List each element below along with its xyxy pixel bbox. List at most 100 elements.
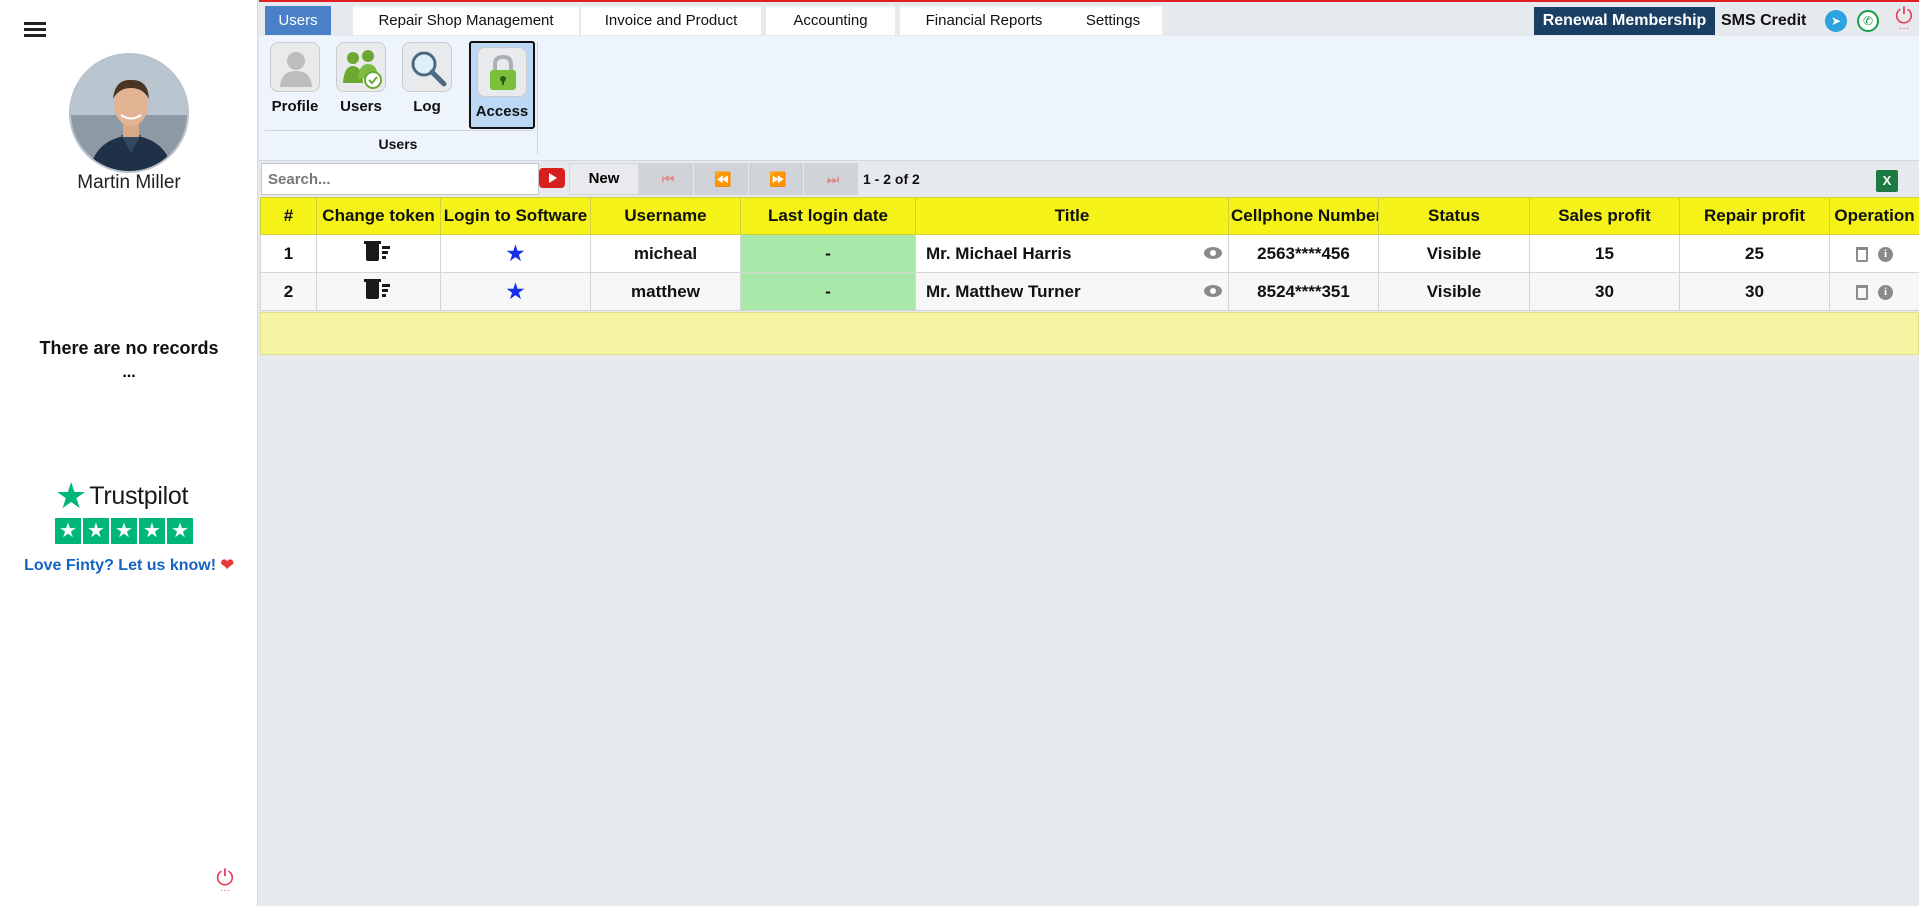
tab-invoice-and-product[interactable]: Invoice and Product xyxy=(581,6,761,35)
login-to-software-cell: ★ xyxy=(440,234,591,273)
rating-star-icon: ★ xyxy=(111,518,137,544)
info-icon[interactable]: i xyxy=(1878,246,1893,262)
list-toolbar: New ⏮ ⏪ ⏩ ⏭ 1 - 2 of 2 X xyxy=(259,162,1919,196)
column-header-title[interactable]: Title xyxy=(915,197,1229,235)
renewal-membership-button[interactable]: Renewal Membership xyxy=(1534,7,1715,35)
search-input[interactable] xyxy=(261,163,539,195)
change-token-cell xyxy=(316,272,441,311)
love-finty-link[interactable]: Love Finty? Let us know! ❤ xyxy=(0,555,258,575)
ribbon-users-button[interactable]: Users xyxy=(331,42,391,128)
previous-page-button[interactable]: ⏪ xyxy=(694,163,749,195)
last-page-button[interactable]: ⏭ xyxy=(804,163,859,195)
pager-range: 1 - 2 of 2 xyxy=(863,171,920,187)
column-header-last-login-date[interactable]: Last login date xyxy=(740,197,916,235)
status-cell: Visible xyxy=(1378,272,1530,311)
change-token-cell xyxy=(316,234,441,273)
ribbon-log-button[interactable]: Log xyxy=(397,42,457,128)
rating-star-icon: ★ xyxy=(83,518,109,544)
ribbon-access-button[interactable]: Access xyxy=(469,41,535,129)
rating-star-icon: ★ xyxy=(55,518,81,544)
column-header-change-token[interactable]: Change token xyxy=(316,197,441,235)
status-cell: Visible xyxy=(1378,234,1530,273)
last-login-date-cell: - xyxy=(740,234,916,273)
no-records-dots: ... xyxy=(122,364,136,381)
column-header-number[interactable]: # xyxy=(260,197,317,235)
ribbon-group-divider xyxy=(265,130,533,131)
login-to-software-cell: ★ xyxy=(440,272,591,311)
profile-icon xyxy=(270,42,320,92)
eye-icon[interactable] xyxy=(1204,247,1222,259)
username-cell: matthew xyxy=(590,272,741,311)
heart-icon: ❤ xyxy=(220,557,234,574)
column-header-repair-profit[interactable]: Repair profit xyxy=(1679,197,1830,235)
row-number: 1 xyxy=(260,234,317,273)
cellphone-cell: 8524****351 xyxy=(1228,272,1379,311)
login-star-icon[interactable]: ★ xyxy=(507,243,525,265)
delete-icon[interactable] xyxy=(1856,246,1868,262)
users-table: # Change token Login to Software Usernam… xyxy=(260,197,1919,311)
change-token-icon[interactable] xyxy=(363,279,392,299)
power-icon[interactable]: ⏻ ··· xyxy=(1891,5,1917,36)
table-row[interactable]: 2 ★ matthew - Mr. Matthew Turner 8524***… xyxy=(260,272,1919,311)
column-header-sales-profit[interactable]: Sales profit xyxy=(1529,197,1680,235)
sales-profit-cell: 15 xyxy=(1529,234,1680,273)
video-help-icon[interactable] xyxy=(539,168,565,188)
excel-export-icon[interactable]: X xyxy=(1876,170,1898,192)
title-cell: Mr. Matthew Turner xyxy=(915,272,1229,311)
sales-profit-cell: 30 xyxy=(1529,272,1680,311)
operation-cell: i xyxy=(1829,272,1919,311)
ribbon-profile-button[interactable]: Profile xyxy=(265,42,325,128)
telegram-icon[interactable]: ➤ xyxy=(1825,10,1847,32)
title-text: Mr. Matthew Turner xyxy=(926,281,1081,301)
trustpilot-badge[interactable]: ★ Trustpilot ★ ★ ★ ★ ★ xyxy=(55,478,205,544)
info-icon[interactable]: i xyxy=(1878,284,1893,300)
login-star-icon[interactable]: ★ xyxy=(507,281,525,303)
column-header-operation: Operation xyxy=(1829,197,1919,235)
tab-repair-shop-management[interactable]: Repair Shop Management xyxy=(353,6,579,35)
column-header-login-to-software[interactable]: Login to Software xyxy=(440,197,591,235)
love-finty-text: Love Finty? Let us know! xyxy=(24,557,217,574)
first-page-button[interactable]: ⏮ xyxy=(639,163,694,195)
eye-icon[interactable] xyxy=(1204,285,1222,297)
change-token-icon[interactable] xyxy=(363,241,392,261)
row-number: 2 xyxy=(260,272,317,311)
ribbon-profile-label: Profile xyxy=(271,98,319,115)
operation-cell: i xyxy=(1829,234,1919,273)
no-records-message: There are no records xyxy=(39,338,219,358)
title-cell: Mr. Michael Harris xyxy=(915,234,1229,273)
hamburger-menu-icon[interactable] xyxy=(24,22,46,40)
column-header-cellphone-number[interactable]: Cellphone Number xyxy=(1228,197,1379,235)
delete-icon[interactable] xyxy=(1856,284,1868,300)
ribbon-log-label: Log xyxy=(413,98,441,115)
tab-accounting[interactable]: Accounting xyxy=(766,6,895,35)
title-text: Mr. Michael Harris xyxy=(926,243,1072,263)
table-row[interactable]: 1 ★ micheal - Mr. Michael Harris 2563***… xyxy=(260,234,1919,273)
user-name: Martin Miller xyxy=(77,172,181,193)
tab-settings[interactable]: Settings xyxy=(1064,6,1162,35)
trustpilot-wordmark: Trustpilot xyxy=(89,481,189,510)
repair-profit-cell: 25 xyxy=(1679,234,1830,273)
cellphone-cell: 2563****456 xyxy=(1228,234,1379,273)
avatar xyxy=(69,53,189,173)
rating-star-icon: ★ xyxy=(139,518,165,544)
next-page-button[interactable]: ⏩ xyxy=(749,163,804,195)
lock-icon xyxy=(477,47,527,97)
ribbon-toolbar: Profile Users Log Access Users xyxy=(259,36,1919,161)
trustpilot-rating-stars: ★ ★ ★ ★ ★ xyxy=(55,518,205,544)
sidebar-power-icon[interactable]: ⏻ ··· xyxy=(212,867,238,898)
column-header-status[interactable]: Status xyxy=(1378,197,1530,235)
tab-users[interactable]: Users xyxy=(265,6,331,35)
repair-profit-cell: 30 xyxy=(1679,272,1830,311)
ribbon-users-label: Users xyxy=(340,98,382,115)
trustpilot-star-icon: ★ xyxy=(55,475,88,516)
tab-financial-reports[interactable]: Financial Reports xyxy=(900,6,1068,35)
rating-star-icon: ★ xyxy=(167,518,193,544)
column-header-username[interactable]: Username xyxy=(590,197,741,235)
new-button[interactable]: New xyxy=(569,163,639,195)
whatsapp-icon[interactable]: ✆ xyxy=(1857,10,1879,32)
last-login-date-cell: - xyxy=(740,272,916,311)
ribbon-vertical-divider xyxy=(537,42,538,154)
sidebar: Martin Miller There are no records ... ★… xyxy=(0,0,258,906)
magnifier-icon xyxy=(402,42,452,92)
sms-credit-button[interactable]: SMS Credit xyxy=(1721,7,1806,35)
